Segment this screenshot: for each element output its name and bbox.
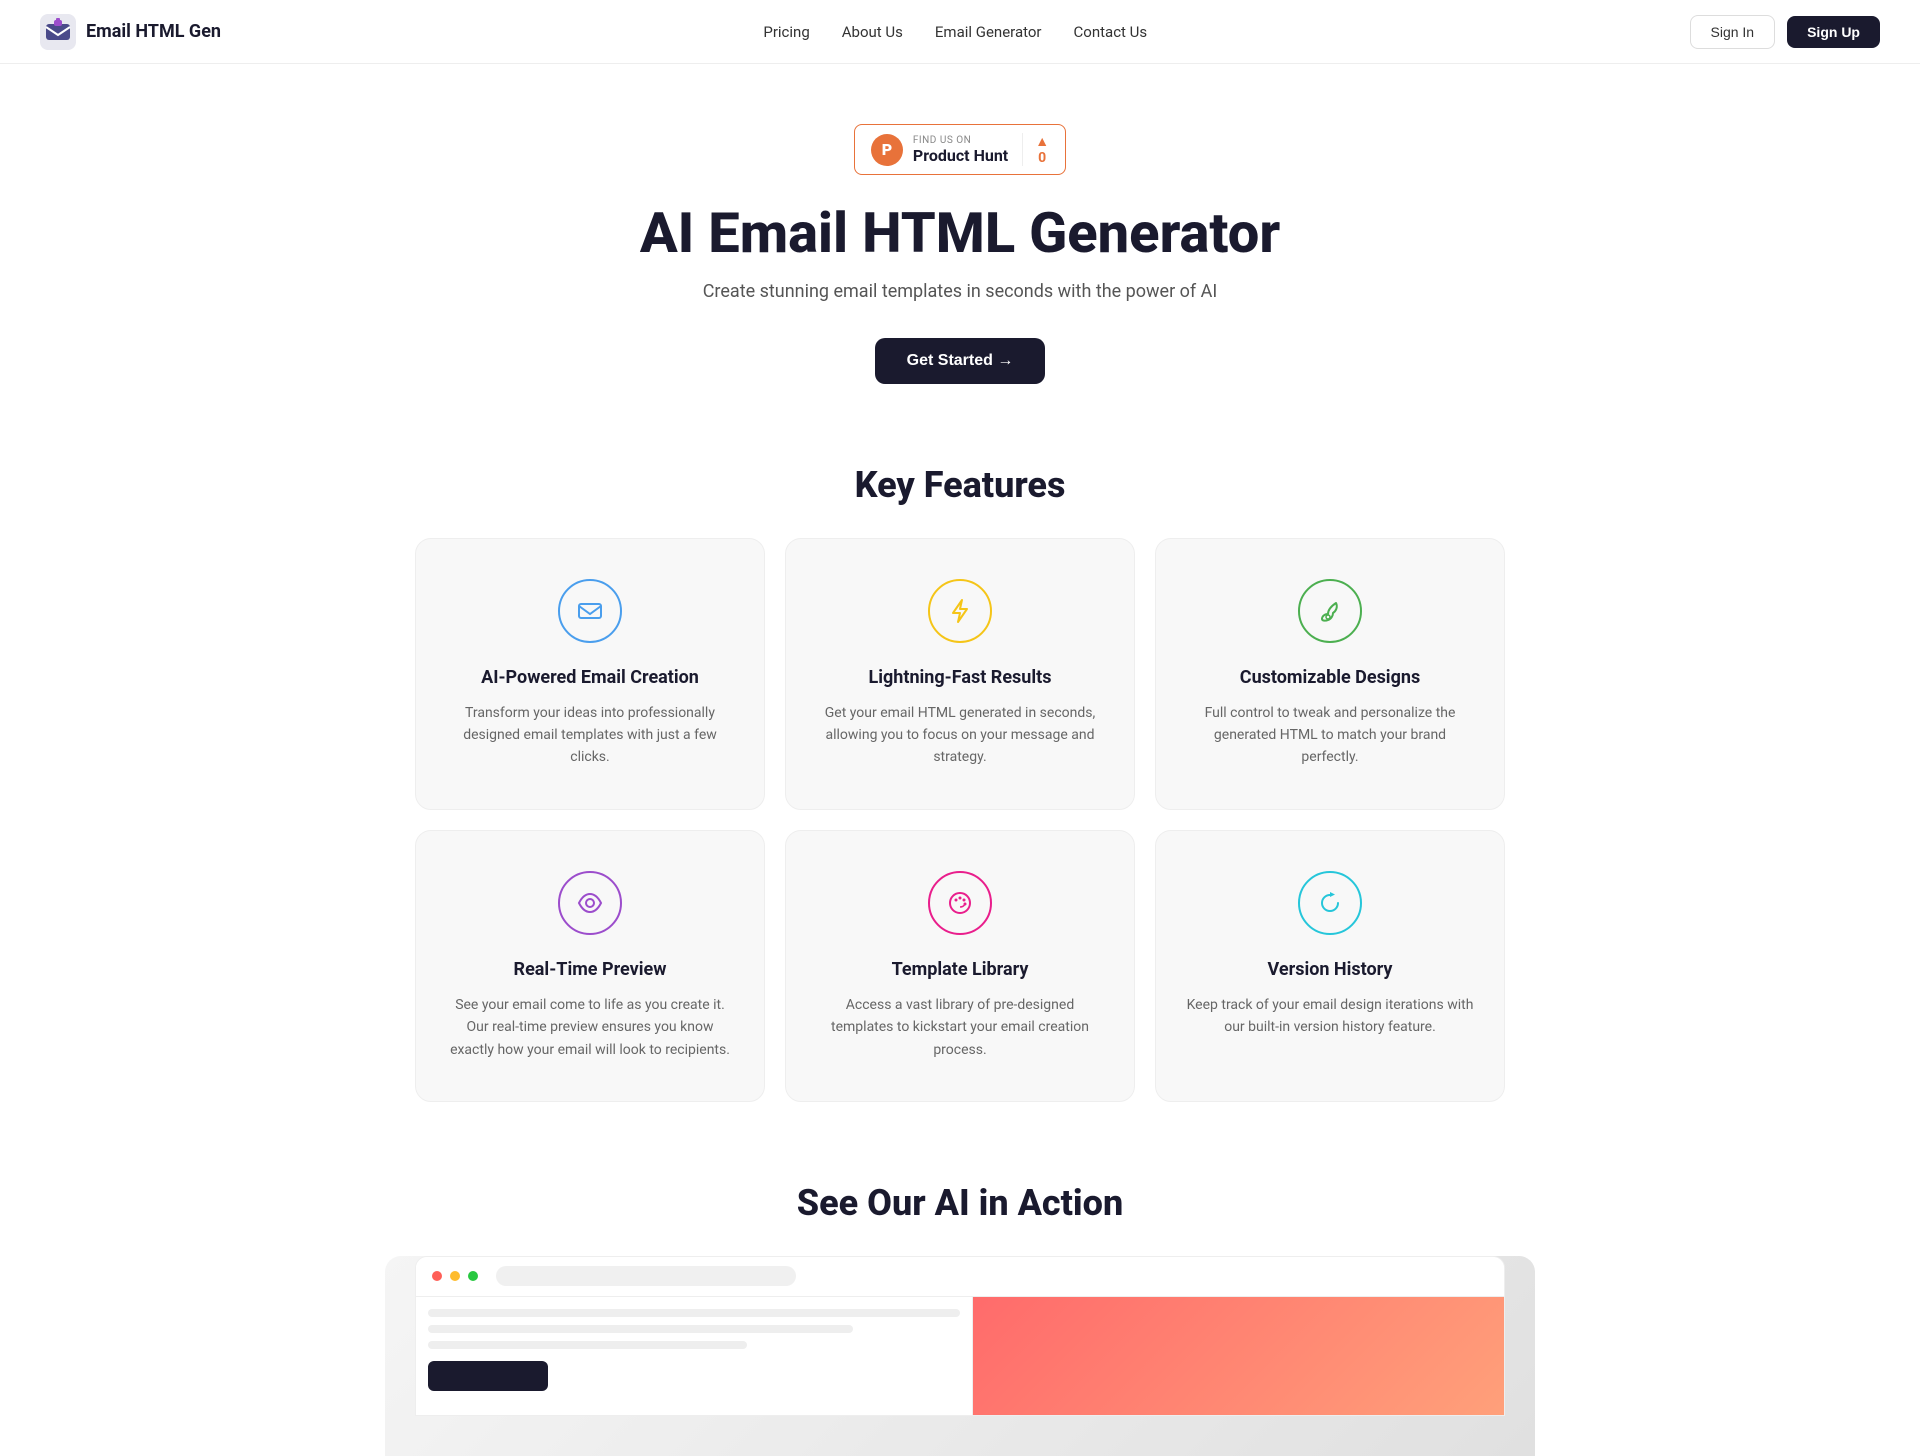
demo-content	[416, 1297, 1504, 1415]
signup-button[interactable]: Sign Up	[1787, 16, 1880, 48]
hero-subtitle: Create stunning email templates in secon…	[20, 281, 1900, 302]
brush-icon-wrap	[1298, 579, 1362, 643]
navbar: Email HTML Gen Pricing About Us Email Ge…	[0, 0, 1920, 64]
demo-toolbar	[416, 1257, 1504, 1297]
feature-card-version: Version History Keep track of your email…	[1155, 830, 1505, 1102]
product-hunt-badge[interactable]: P FIND US ON Product Hunt ▲ 0	[854, 124, 1066, 175]
feature-5-desc: Access a vast library of pre-designed te…	[816, 994, 1104, 1061]
demo-left-panel	[416, 1297, 973, 1415]
ai-demo-container	[385, 1256, 1535, 1456]
feature-card-lightning: Lightning-Fast Results Get your email HT…	[785, 538, 1135, 810]
nav-actions: Sign In Sign Up	[1690, 15, 1880, 49]
hero-section: P FIND US ON Product Hunt ▲ 0 AI Email H…	[0, 64, 1920, 424]
demo-dot-yellow	[450, 1271, 460, 1281]
palette-icon-wrap	[928, 871, 992, 935]
feature-1-desc: Transform your ideas into professionally…	[446, 702, 734, 769]
feature-1-title: AI-Powered Email Creation	[446, 667, 734, 688]
ph-arrow-icon: ▲	[1035, 133, 1049, 150]
ph-vote: ▲ 0	[1022, 133, 1049, 166]
nav-contact[interactable]: Contact Us	[1074, 23, 1148, 41]
feature-4-desc: See your email come to life as you creat…	[446, 994, 734, 1061]
get-started-button[interactable]: Get Started →	[875, 338, 1046, 384]
features-title: Key Features	[0, 464, 1920, 506]
hero-title: AI Email HTML Generator	[20, 203, 1900, 265]
demo-dot-green	[468, 1271, 478, 1281]
nav-pricing[interactable]: Pricing	[763, 23, 809, 41]
ph-count: 0	[1038, 150, 1046, 166]
ph-name-label: Product Hunt	[913, 146, 1008, 165]
feature-card-ai-email: AI-Powered Email Creation Transform your…	[415, 538, 765, 810]
brand-name: Email HTML Gen	[86, 21, 221, 42]
nav-generator[interactable]: Email Generator	[935, 23, 1042, 41]
demo-url-bar	[496, 1266, 796, 1286]
feature-3-desc: Full control to tweak and personalize th…	[1186, 702, 1474, 769]
demo-right-panel	[973, 1297, 1505, 1415]
refresh-icon-wrap	[1298, 871, 1362, 935]
feature-card-library: Template Library Access a vast library o…	[785, 830, 1135, 1102]
feature-4-title: Real-Time Preview	[446, 959, 734, 980]
ai-action-section: See Our AI in Action	[0, 1102, 1920, 1456]
nav-links: Pricing About Us Email Generator Contact…	[763, 23, 1147, 41]
ph-text: FIND US ON Product Hunt	[913, 135, 1008, 165]
ph-find-label: FIND US ON	[913, 135, 971, 146]
feature-3-title: Customizable Designs	[1186, 667, 1474, 688]
features-grid: AI-Powered Email Creation Transform your…	[385, 538, 1535, 1102]
ph-logo-icon: P	[871, 134, 903, 166]
palette-icon	[946, 889, 974, 917]
zap-icon	[946, 597, 974, 625]
feature-card-customizable: Customizable Designs Full control to twe…	[1155, 538, 1505, 810]
demo-generate-button	[428, 1361, 548, 1391]
lightning-icon-wrap	[928, 579, 992, 643]
feature-card-preview: Real-Time Preview See your email come to…	[415, 830, 765, 1102]
ai-email-icon-wrap	[558, 579, 622, 643]
nav-about[interactable]: About Us	[842, 23, 903, 41]
feature-5-title: Template Library	[816, 959, 1104, 980]
eye-icon	[576, 889, 604, 917]
logo-icon	[40, 14, 76, 50]
brand-logo[interactable]: Email HTML Gen	[40, 14, 221, 50]
eye-icon-wrap	[558, 871, 622, 935]
feature-6-title: Version History	[1186, 959, 1474, 980]
feature-2-desc: Get your email HTML generated in seconds…	[816, 702, 1104, 769]
feature-6-desc: Keep track of your email design iteratio…	[1186, 994, 1474, 1039]
ai-action-title: See Our AI in Action	[0, 1182, 1920, 1224]
signin-button[interactable]: Sign In	[1690, 15, 1776, 49]
demo-dot-red	[432, 1271, 442, 1281]
mail-icon	[576, 597, 604, 625]
refresh-icon	[1316, 889, 1344, 917]
brush-icon	[1316, 597, 1344, 625]
feature-2-title: Lightning-Fast Results	[816, 667, 1104, 688]
